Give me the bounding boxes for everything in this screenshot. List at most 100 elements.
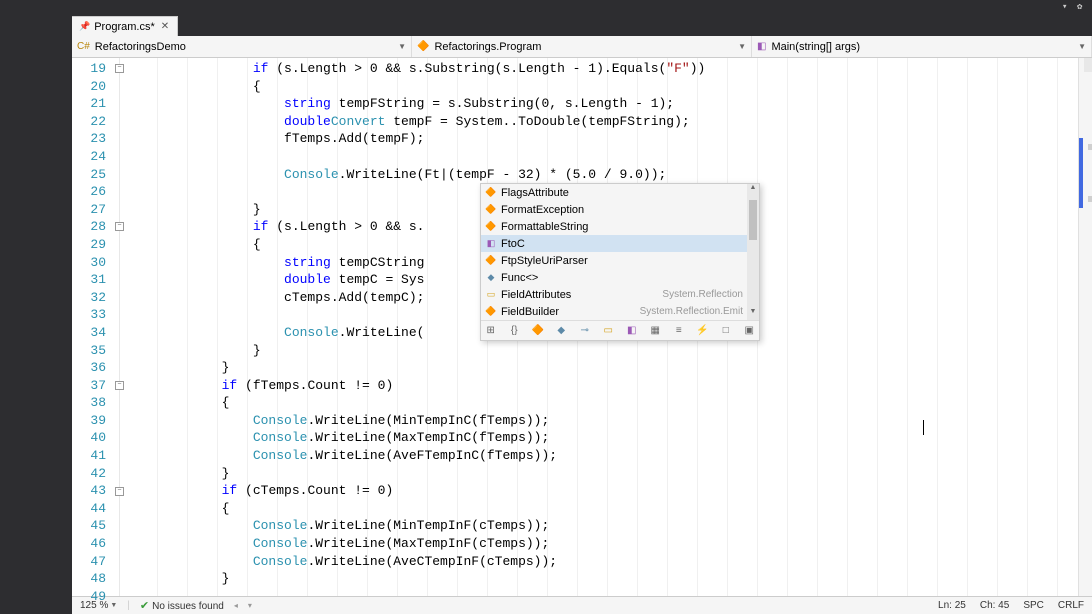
line-number: 33 <box>72 306 106 324</box>
completion-label: FtpStyleUriParser <box>501 255 588 267</box>
intellisense-item[interactable]: ◧FtoC <box>481 235 759 252</box>
nav-method[interactable]: ◧ Main(string[] args) ▼ <box>752 36 1092 57</box>
completion-label: FormatException <box>501 204 584 216</box>
code-line[interactable]: Console.WriteLine(Ft|(tempF - 32) * (5.0… <box>128 166 1078 184</box>
split-handle[interactable] <box>1084 58 1092 72</box>
dropdown-icon[interactable]: ▾ <box>1062 2 1072 12</box>
line-number: 29 <box>72 236 106 254</box>
filter-struct-icon[interactable]: ◆ <box>555 324 569 338</box>
fold-toggle[interactable]: − <box>115 222 124 231</box>
completion-label: FormattableString <box>501 221 588 233</box>
line-number: 20 <box>72 78 106 96</box>
intellisense-item[interactable]: 🔶FlagsAttribute <box>481 184 759 201</box>
fold-guide-line <box>119 58 120 596</box>
scrollbar-thumb[interactable] <box>749 200 757 240</box>
intellisense-filter-toolbar: ⊞ {} 🔶 ◆ ⊸ ▭ ◧ ▦ ≡ ⚡ □ ▣ <box>481 320 759 340</box>
fold-column: − − − − <box>114 58 128 596</box>
filter-class-icon[interactable]: 🔶 <box>531 324 545 338</box>
fold-toggle[interactable]: − <box>115 381 124 390</box>
line-number-gutter: 1920212223242526272829303132333435363738… <box>72 58 114 596</box>
code-line[interactable]: } <box>128 570 1078 588</box>
line-number: 34 <box>72 324 106 342</box>
window-left-margin <box>0 14 72 614</box>
line-number: 28 <box>72 218 106 236</box>
completion-label: FieldAttributes <box>501 289 571 301</box>
method-icon: ◧ <box>757 41 766 52</box>
nav-class[interactable]: 🔶 Refactorings.Program ▼ <box>412 36 752 57</box>
file-tab[interactable]: 📌 Program.cs* ✕ <box>70 16 178 36</box>
settings-icon[interactable]: ✿ <box>1077 2 1087 12</box>
filter-method-icon[interactable]: ▣ <box>743 324 757 338</box>
line-number: 46 <box>72 535 106 553</box>
filter-constant-icon[interactable]: ▦ <box>649 324 663 338</box>
filter-target-icon[interactable]: ⊞ <box>484 324 498 338</box>
line-number: 30 <box>72 254 106 272</box>
code-line[interactable]: if (s.Length > 0 && s.Substring(s.Length… <box>128 60 1078 78</box>
code-line[interactable]: fTemps.Add(tempF); <box>128 130 1078 148</box>
completion-kind-icon: 🔶 <box>484 203 498 217</box>
code-line[interactable]: doubleConvert tempF = System..ToDouble(t… <box>128 113 1078 131</box>
intellisense-item[interactable]: 🔶FtpStyleUriParser <box>481 252 759 269</box>
csharp-project-icon: C# <box>77 41 90 52</box>
intellisense-item[interactable]: 🔶FieldBuilderSystem.Reflection.Emit <box>481 303 759 320</box>
filter-interface-icon[interactable]: ⊸ <box>578 324 592 338</box>
code-line[interactable]: Console.WriteLine(MaxTempInF(cTemps)); <box>128 535 1078 553</box>
overview-ruler[interactable] <box>1078 58 1092 596</box>
code-line[interactable] <box>128 148 1078 166</box>
scroll-mark <box>1088 196 1092 202</box>
completion-kind-icon: ◧ <box>484 237 498 251</box>
code-line[interactable]: { <box>128 394 1078 412</box>
filter-delegate-icon[interactable]: ◧ <box>625 324 639 338</box>
filter-enum-icon[interactable]: ▭ <box>602 324 616 338</box>
code-line[interactable]: } <box>128 342 1078 360</box>
completion-kind-icon: 🔶 <box>484 186 498 200</box>
intellisense-item[interactable]: 🔶FormatException <box>481 201 759 218</box>
nav-project-label: RefactoringsDemo <box>95 41 186 53</box>
chevron-down-icon: ▼ <box>738 42 746 51</box>
line-number: 44 <box>72 500 106 518</box>
filter-event-icon[interactable]: ⚡ <box>696 324 710 338</box>
line-number: 21 <box>72 95 106 113</box>
code-line[interactable]: Console.WriteLine(MinTempInC(fTemps)); <box>128 412 1078 430</box>
code-line[interactable]: if (fTemps.Count != 0) <box>128 377 1078 395</box>
fold-toggle[interactable]: − <box>115 64 124 73</box>
filter-namespace-icon[interactable]: {} <box>508 324 522 338</box>
line-number: 40 <box>72 429 106 447</box>
line-number: 48 <box>72 570 106 588</box>
code-line[interactable]: Console.WriteLine(MinTempInF(cTemps)); <box>128 517 1078 535</box>
code-line[interactable]: } <box>128 359 1078 377</box>
code-line[interactable]: string tempFString = s.Substring(0, s.Le… <box>128 95 1078 113</box>
line-number: 35 <box>72 342 106 360</box>
line-number: 41 <box>72 447 106 465</box>
code-line[interactable]: { <box>128 500 1078 518</box>
completion-kind-icon: 🔶 <box>484 254 498 268</box>
fold-toggle[interactable]: − <box>115 487 124 496</box>
completion-label: FlagsAttribute <box>501 187 569 199</box>
line-number: 37 <box>72 377 106 395</box>
code-line[interactable] <box>128 588 1078 606</box>
close-icon[interactable]: ✕ <box>161 21 169 32</box>
code-line[interactable]: Console.WriteLine(AveCTempInF(cTemps)); <box>128 553 1078 571</box>
intellisense-item[interactable]: ◆Func<> <box>481 269 759 286</box>
code-line[interactable]: if (cTemps.Count != 0) <box>128 482 1078 500</box>
completion-kind-icon: ◆ <box>484 271 498 285</box>
scroll-mark <box>1088 144 1092 150</box>
code-line[interactable]: } <box>128 465 1078 483</box>
nav-project[interactable]: C# RefactoringsDemo ▼ <box>72 36 412 57</box>
filter-field-icon[interactable]: ≡ <box>672 324 686 338</box>
line-number: 25 <box>72 166 106 184</box>
pin-icon[interactable]: 📌 <box>79 21 90 32</box>
code-line[interactable]: { <box>128 78 1078 96</box>
code-line[interactable]: Console.WriteLine(MaxTempInC(fTemps)); <box>128 429 1078 447</box>
intellisense-item[interactable]: 🔶FormattableString <box>481 218 759 235</box>
intellisense-item[interactable]: ▭FieldAttributesSystem.Reflection <box>481 286 759 303</box>
code-line[interactable]: Console.WriteLine(AveFTempInC(fTemps)); <box>128 447 1078 465</box>
nav-method-label: Main(string[] args) <box>771 41 860 53</box>
filter-property-icon[interactable]: □ <box>719 324 733 338</box>
class-icon: 🔶 <box>417 41 429 52</box>
line-number: 42 <box>72 465 106 483</box>
intellisense-scrollbar[interactable]: ▲ ▼ <box>747 184 759 320</box>
completion-namespace: System.Reflection.Emit <box>640 306 743 317</box>
line-number: 31 <box>72 271 106 289</box>
completion-namespace: System.Reflection <box>662 289 743 300</box>
